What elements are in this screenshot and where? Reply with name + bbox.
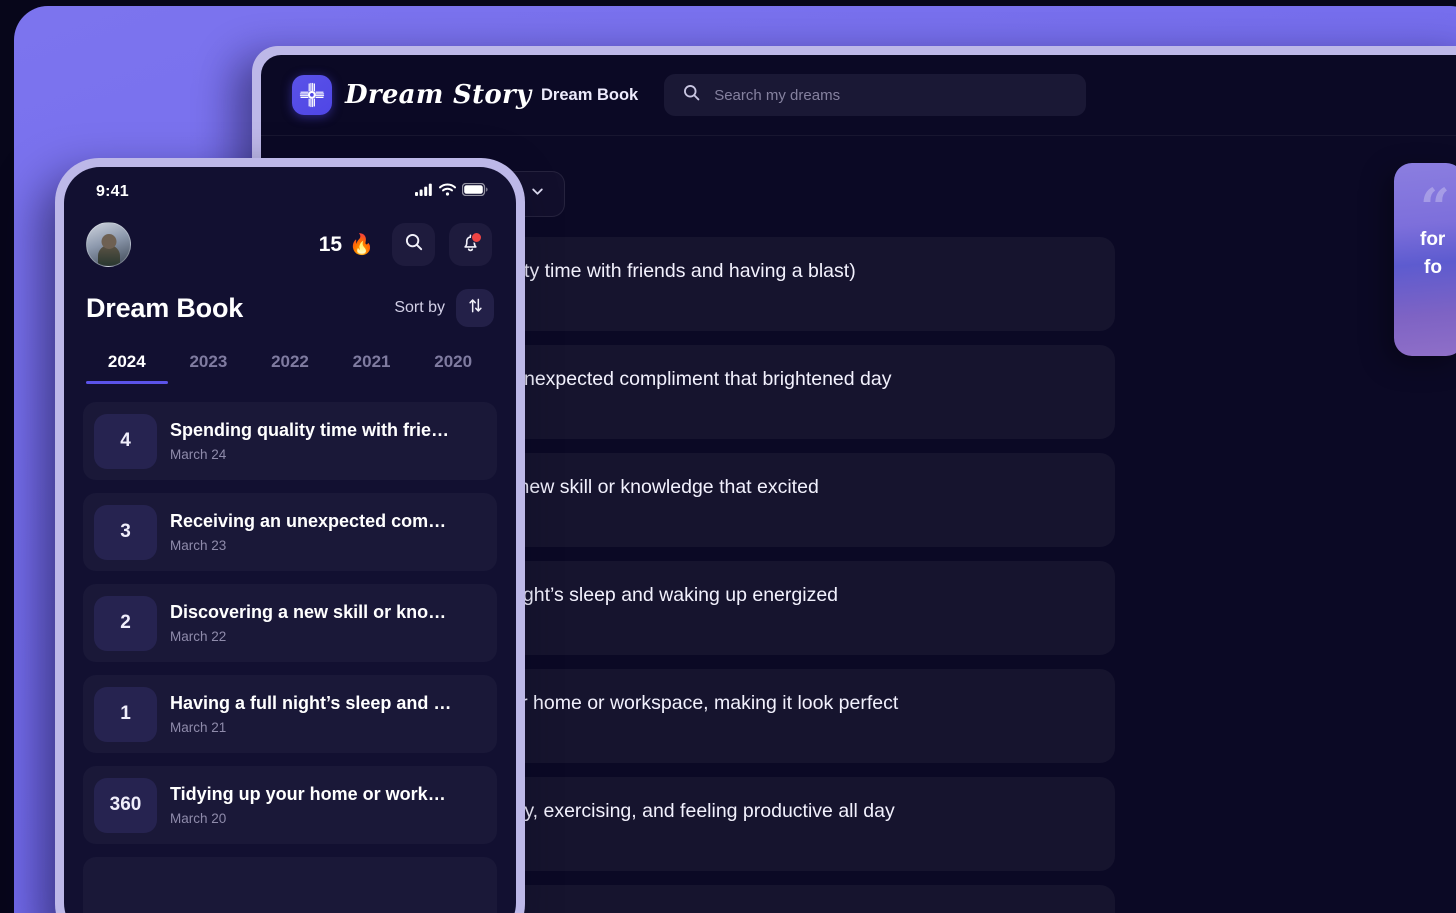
entry-number-badge: 360: [94, 777, 157, 833]
screenshot-stage: Dream Story Dream Book Search my dreams …: [0, 0, 1456, 913]
phone-page-title: Dream Book: [86, 292, 244, 323]
battery-icon: [461, 182, 488, 201]
wifi-icon: [439, 183, 456, 201]
entry-title: Receiving an unexpected compli…: [170, 510, 455, 531]
entry-date: March 22: [170, 629, 227, 645]
entry-title: Tidying up your home or worksp…: [170, 783, 455, 804]
entry-number-badge: 2: [94, 595, 157, 651]
streak-counter: 15 🔥: [319, 232, 374, 257]
sort-button[interactable]: [456, 289, 494, 327]
search-button[interactable]: [392, 223, 435, 266]
entry-number-badge: 3: [94, 504, 157, 560]
year-tabs: 2024 2023 2022 2021 2020: [64, 327, 516, 384]
avatar[interactable]: [86, 222, 131, 267]
phone-screen: 9:41 15 🔥 Dream Book Sort by 2024 2023 2…: [64, 167, 516, 913]
year-tab-2022[interactable]: 2022: [249, 352, 331, 384]
sort-by-label: Sort by: [394, 299, 445, 316]
chevron-down-icon: [530, 184, 545, 204]
search-placeholder: Search my dreams: [714, 86, 841, 104]
entry-date: March 23: [170, 538, 227, 554]
dream-entry-row[interactable]: 3 Receiving an unexpected compli… March …: [83, 493, 497, 571]
entry-title: Having a full night’s sleep and w…: [170, 692, 455, 713]
phone-status-bar: 9:41: [64, 167, 516, 209]
quote-line-1: for: [1420, 229, 1446, 250]
status-clock: 9:41: [96, 183, 129, 200]
dream-entry-row[interactable]: 4 Spending quality time with frien… Marc…: [83, 402, 497, 480]
entry-date: March 20: [170, 811, 227, 827]
signal-bars-icon: [415, 183, 433, 201]
notification-badge-dot: [471, 232, 482, 243]
year-tab-2024[interactable]: 2024: [86, 352, 168, 384]
sort-arrows-icon: [467, 297, 484, 319]
zia-sun-icon: [292, 75, 332, 115]
quote-mark-icon: “: [1420, 178, 1450, 239]
quote-line-2: fo: [1424, 257, 1442, 278]
phone-title-row: Dream Book Sort by: [64, 267, 516, 327]
year-tab-2020[interactable]: 2020: [412, 352, 494, 384]
entry-title: Spending quality time with frien…: [170, 419, 455, 440]
search-icon: [404, 232, 424, 257]
page-title: Dream Book: [541, 85, 639, 104]
phone-header: 15 🔥: [64, 209, 516, 267]
search-input[interactable]: Search my dreams: [664, 74, 1087, 116]
entry-date: March 24: [170, 447, 227, 463]
desktop-topbar: Dream Story Dream Book Search my dreams: [261, 55, 1456, 136]
year-tab-2021[interactable]: 2021: [331, 352, 413, 384]
entry-title: Discovering a new skill or knowl…: [170, 601, 455, 622]
dream-entry-row[interactable]: 2 Discovering a new skill or knowl… Marc…: [83, 584, 497, 662]
dream-entry-row[interactable]: 360 Tidying up your home or worksp… Marc…: [83, 766, 497, 844]
entry-number-badge: 1: [94, 686, 157, 742]
brand-name: Dream Story: [345, 80, 532, 110]
search-icon: [682, 83, 701, 107]
brand-logo[interactable]: Dream Story: [261, 75, 538, 115]
year-tab-2023[interactable]: 2023: [168, 352, 250, 384]
notifications-button[interactable]: [449, 223, 492, 266]
phone-dream-entry-list: 4 Spending quality time with frien… Marc…: [64, 384, 516, 913]
quote-card[interactable]: “ for fo: [1394, 163, 1456, 356]
phone-device-frame: 9:41 15 🔥 Dream Book Sort by 2024 2023 2…: [55, 158, 525, 913]
entry-date: March 21: [170, 720, 227, 736]
entry-number-badge: 4: [94, 413, 157, 469]
dream-entry-row[interactable]: 1 Having a full night’s sleep and w… Mar…: [83, 675, 497, 753]
fire-icon: 🔥: [349, 234, 374, 256]
dream-entry-row-partial[interactable]: [83, 857, 497, 913]
streak-count: 15: [318, 232, 343, 256]
